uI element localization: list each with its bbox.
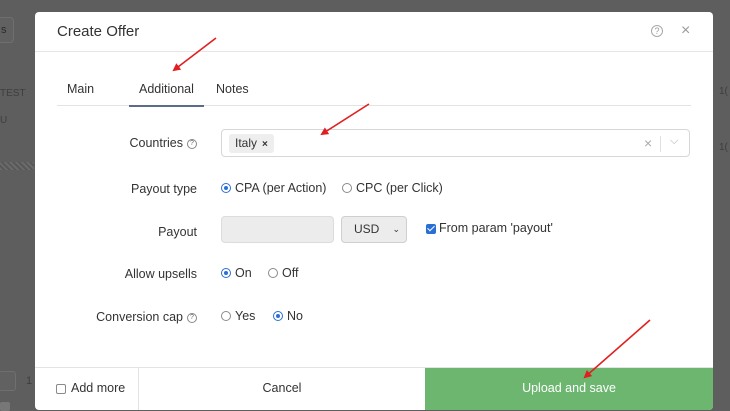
- radio-upsells-off-label[interactable]: Off: [282, 266, 298, 280]
- currency-value: USD: [354, 222, 380, 236]
- background-dropdown: [0, 371, 16, 391]
- radio-cpc-label[interactable]: CPC (per Click): [356, 181, 443, 195]
- modal-header: Create Offer ? ×: [35, 12, 713, 52]
- tab-bar: Main Additional Notes: [57, 78, 691, 107]
- payout-row: Payout USD ⌄ From param 'payout': [35, 216, 713, 246]
- radio-cap-yes[interactable]: [221, 311, 231, 321]
- create-offer-modal: Create Offer ? × Main Additional Notes C…: [35, 12, 713, 410]
- chevron-down-icon[interactable]: ⌵: [670, 135, 678, 148]
- background-right-text-top: 1(: [719, 86, 728, 97]
- radio-cap-no-label[interactable]: No: [287, 309, 303, 323]
- background-number: 1: [26, 375, 33, 387]
- country-chip-italy: Italy ×: [229, 134, 274, 153]
- radio-upsells-on[interactable]: [221, 268, 231, 278]
- countries-label-text: Countries: [129, 136, 184, 150]
- country-chip-label: Italy: [235, 136, 258, 150]
- clear-selection-icon[interactable]: ×: [644, 135, 652, 151]
- radio-cap-yes-label[interactable]: Yes: [235, 309, 255, 323]
- payout-input[interactable]: [221, 216, 334, 243]
- payout-type-label: Payout type: [130, 182, 197, 196]
- currency-chevron-icon: ⌄: [392, 224, 400, 234]
- radio-upsells-off[interactable]: [268, 268, 278, 278]
- tab-additional[interactable]: Additional: [129, 82, 204, 107]
- countries-select[interactable]: Italy × × ⌵: [221, 129, 690, 157]
- payout-type-row: Payout type CPA (per Action) CPC (per Cl…: [35, 175, 713, 203]
- from-param-label[interactable]: From param 'payout': [439, 221, 553, 235]
- conversion-cap-help-icon[interactable]: ?: [187, 312, 197, 323]
- conversion-cap-label: Conversion cap?: [96, 310, 197, 324]
- modal-footer: Add more Cancel Upload and save: [35, 367, 713, 410]
- background-right-text-mid: 1(: [719, 142, 728, 153]
- close-icon[interactable]: ×: [681, 22, 690, 40]
- upload-and-save-button[interactable]: Upload and save: [425, 368, 713, 410]
- modal-title: Create Offer: [57, 23, 140, 40]
- countries-row: Countries? Italy × × ⌵: [35, 129, 713, 157]
- add-more-checkbox[interactable]: [56, 384, 66, 394]
- conversion-cap-row: Conversion cap? Yes No: [35, 303, 713, 331]
- from-param-checkbox[interactable]: [426, 224, 436, 234]
- background-stripe: [0, 162, 34, 170]
- tab-notes[interactable]: Notes: [216, 82, 249, 105]
- countries-label: Countries?: [129, 136, 197, 150]
- radio-cap-no[interactable]: [273, 311, 283, 321]
- select-divider: [660, 136, 661, 152]
- background-pager: [0, 402, 10, 411]
- radio-cpa[interactable]: [221, 183, 231, 193]
- add-more-label[interactable]: Add more: [71, 381, 125, 395]
- background-button: s: [0, 17, 14, 43]
- conversion-cap-label-text: Conversion cap: [96, 310, 183, 324]
- radio-cpa-label[interactable]: CPA (per Action): [235, 181, 326, 195]
- radio-upsells-on-label[interactable]: On: [235, 266, 252, 280]
- tab-main[interactable]: Main: [67, 82, 94, 105]
- currency-select[interactable]: USD ⌄: [341, 216, 407, 243]
- countries-help-icon[interactable]: ?: [187, 138, 197, 149]
- allow-upsells-row: Allow upsells On Off: [35, 260, 713, 288]
- background-text-u: U: [0, 115, 8, 126]
- allow-upsells-label: Allow upsells: [124, 267, 197, 281]
- radio-cpc[interactable]: [342, 183, 352, 193]
- chip-remove-icon[interactable]: ×: [262, 139, 268, 150]
- help-icon[interactable]: ?: [651, 25, 663, 37]
- payout-label: Payout: [158, 225, 197, 239]
- cancel-button[interactable]: Cancel: [138, 368, 425, 410]
- background-text-test: TEST: [0, 88, 26, 99]
